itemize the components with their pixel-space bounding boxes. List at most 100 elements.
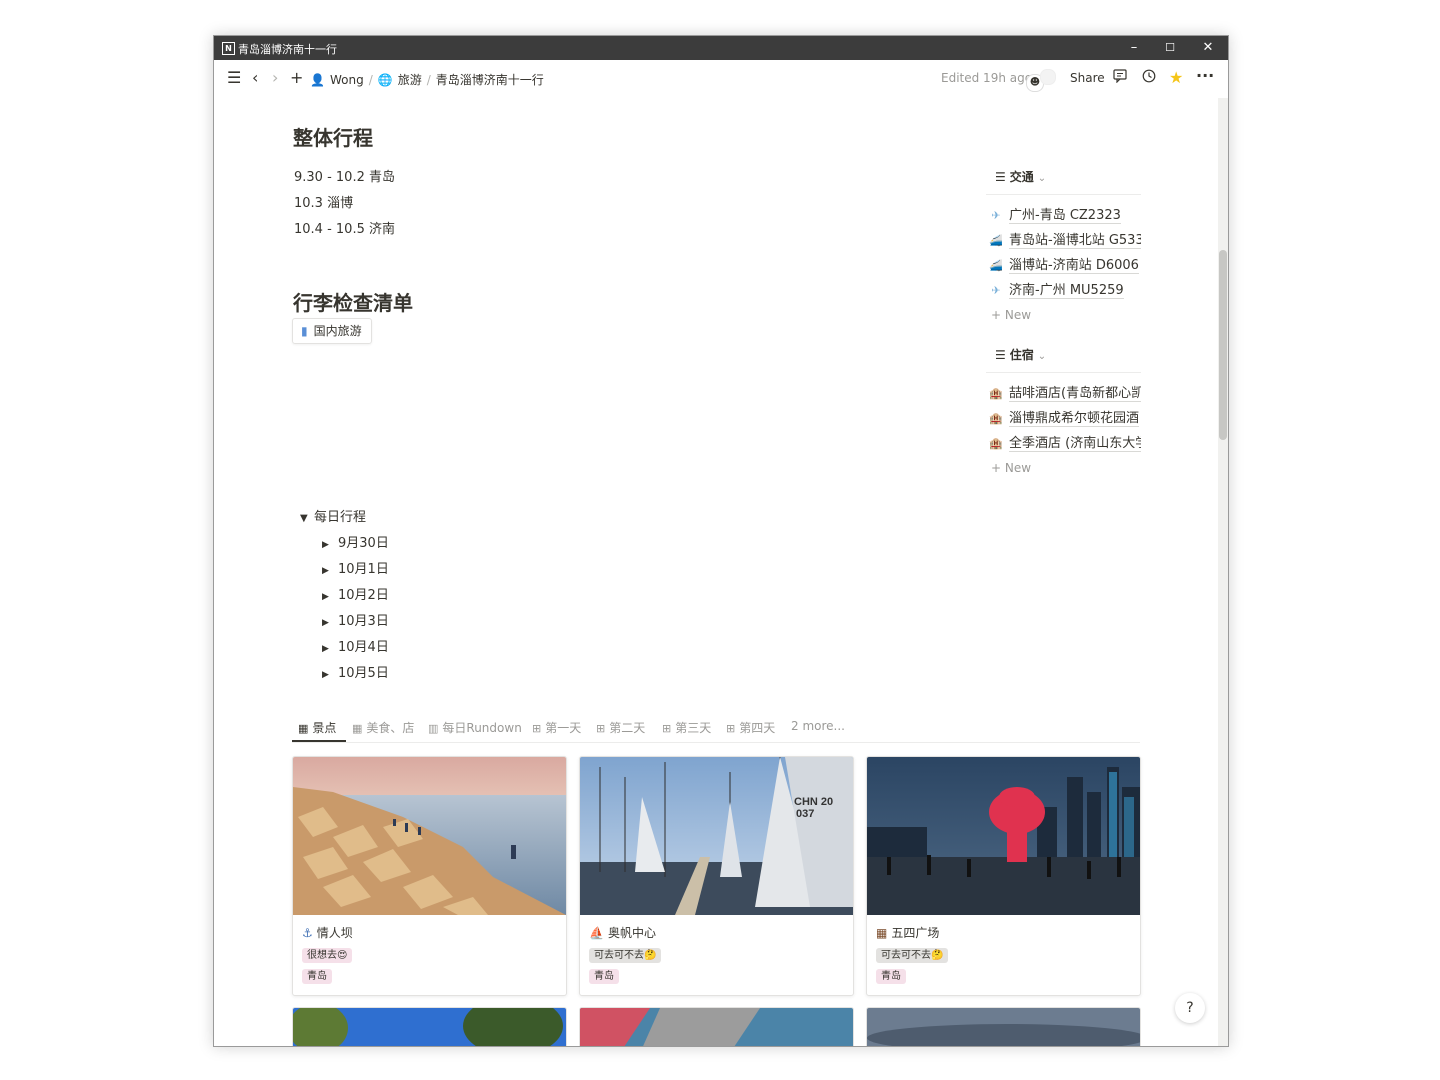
tab-day-one[interactable]: ⊞ 第一天 (532, 719, 581, 736)
list-icon: ☰ (995, 170, 1006, 184)
transport-item-label: 淄博站-济南站 D6006 (1009, 258, 1139, 274)
gallery-card-peek[interactable] (866, 1007, 1141, 1046)
daily-toggle-item[interactable]: ▶ 10月3日 (322, 610, 389, 629)
window-title: 青岛淄博济南十一行 (238, 43, 337, 56)
lodging-title: 住宿 (1009, 348, 1034, 362)
breakwater-photo (293, 757, 566, 915)
transport-item-label: 济南-广州 MU5259 (1009, 283, 1124, 299)
daily-item-label: 10月1日 (338, 562, 389, 577)
lodging-item-label: 淄博鼎成希尔顿花园酒 (1009, 411, 1140, 427)
tab-daily-rundown[interactable]: ▥ 每日Rundown (428, 719, 522, 736)
hotel-icon: 🏨 (989, 437, 1003, 450)
table-icon: ⊞ (596, 722, 606, 735)
tab-food[interactable]: ▦ 美食、店 (352, 719, 414, 736)
globe-icon: 🌐 (377, 72, 393, 87)
daily-toggle-item[interactable]: ▶ 10月2日 (322, 584, 389, 603)
transport-item[interactable]: 🚄 淄博站-济南站 D6006 (986, 253, 1141, 278)
daily-toggle-item[interactable]: ▶ 10月4日 (322, 636, 389, 655)
gallery-card[interactable]: CHN 20 037 ⛵ 奥帆中心 可去可不去🤔 青岛 (579, 756, 854, 996)
transport-item[interactable]: 🚄 青岛站-淄博北站 G533 (986, 228, 1141, 253)
daily-toggle-item[interactable]: ▶ 10月5日 (322, 662, 389, 681)
card-title-text: 五四广场 (891, 926, 940, 940)
daily-item-label: 10月2日 (338, 588, 389, 603)
daily-toggle-item[interactable]: ▶ 9月30日 (322, 532, 389, 551)
plane-icon: ✈ (991, 209, 1001, 222)
domestic-travel-link[interactable]: ▮ 国内旅游 (292, 318, 372, 344)
forward-icon[interactable]: › (272, 69, 278, 87)
city-icon: ▦ (876, 926, 888, 940)
daily-itinerary-toggle[interactable]: ▼ 每日行程 (300, 506, 366, 525)
anchor-icon: ⚓ (302, 926, 313, 940)
tab-label: 第三天 (675, 721, 712, 735)
page-icon: ▮ (301, 324, 308, 338)
transport-item[interactable]: ✈ 济南-广州 MU5259 (986, 278, 1141, 303)
itinerary-line: 10.4 - 10.5 济南 (294, 222, 395, 237)
lodging-item[interactable]: 🏨 淄博鼎成希尔顿花园酒 (986, 406, 1141, 431)
lodging-item[interactable]: 🏨 喆啡酒店(青岛新都心凯 (986, 381, 1141, 406)
tab-attractions[interactable]: ▦ 景点 (298, 719, 336, 736)
menu-icon[interactable]: ☰ (227, 69, 241, 87)
breadcrumb-travel[interactable]: 旅游 (398, 71, 422, 88)
plane-icon: ✈ (991, 284, 1001, 297)
card-title: ▦ 五四广场 (876, 924, 939, 941)
title-bar: N 青岛淄博济南十一行 – ☐ ✕ (214, 36, 1228, 60)
transport-item[interactable]: ✈ 广州-青岛 CZ2323 (986, 203, 1141, 228)
pier-photo (580, 1008, 853, 1046)
share-button[interactable]: Share (1070, 71, 1105, 85)
gallery-icon: ▦ (352, 722, 363, 735)
collaborator-avatar[interactable]: ☻ (1026, 69, 1056, 92)
scrollbar-thumb[interactable] (1219, 250, 1227, 440)
card-title: ⚓ 情人坝 (302, 924, 353, 941)
minimize-button[interactable]: – (1116, 36, 1152, 60)
tab-more[interactable]: 2 more... (791, 719, 845, 733)
status-tag: 可去可不去🤔 (589, 948, 662, 963)
gallery-card[interactable]: ⚓ 情人坝 很想去😍 青岛 (292, 756, 567, 996)
tab-day-three[interactable]: ⊞ 第三天 (662, 719, 711, 736)
gallery-card-peek[interactable] (292, 1007, 567, 1046)
daily-toggle-item[interactable]: ▶ 10月1日 (322, 558, 389, 577)
notion-app-icon: N (222, 42, 235, 55)
city-tag: 青岛 (876, 969, 906, 984)
itinerary-line: 10.3 淄博 (294, 196, 354, 211)
lodging-item[interactable]: 🏨 全季酒店 (济南山东大学 (986, 431, 1141, 456)
lodging-database: ☰ 住宿 ⌄ 🏨 喆啡酒店(青岛新都心凯 🏨 淄博鼎成希尔顿花园酒 🏨 全季酒店 (济南山… (986, 342, 1141, 480)
scrollbar[interactable] (1218, 98, 1228, 1046)
back-icon[interactable]: ‹ (252, 69, 258, 87)
close-button[interactable]: ✕ (1190, 36, 1226, 60)
database-view-tabs: ▦ 景点 ▦ 美食、店 ▥ 每日Rundown ⊞ 第一天 ⊞ 第二天 ⊞ 第三天 ⊞ 第四天… (292, 712, 1140, 743)
tab-label: 景点 (312, 721, 337, 735)
daily-item-label: 10月3日 (338, 614, 389, 629)
help-button[interactable]: ? (1175, 993, 1205, 1023)
maximize-button[interactable]: ☐ (1152, 36, 1188, 60)
plus-icon[interactable]: + (290, 69, 303, 87)
tab-label: 第二天 (609, 721, 646, 735)
breadcrumb-wong[interactable]: Wong (330, 73, 364, 87)
breadcrumb: 👤 Wong / 🌐 旅游 / 青岛淄博济南十一行 (310, 71, 544, 88)
packing-checklist-heading: 行李检查清单 (293, 291, 413, 315)
tab-day-two[interactable]: ⊞ 第二天 (596, 719, 645, 736)
active-tab-indicator (292, 740, 346, 742)
top-bar: ☰ ‹ › + 👤 Wong / 🌐 旅游 / 青岛淄博济南十一行 Edited… (214, 60, 1228, 98)
comment-icon[interactable] (1113, 69, 1127, 87)
domestic-travel-label: 国内旅游 (313, 324, 362, 338)
sail-number-2: 037 (796, 808, 814, 820)
transport-new-button[interactable]: + New (986, 303, 1141, 327)
transport-header[interactable]: ☰ 交通 ⌄ (986, 164, 1141, 195)
daily-itinerary-title: 每日行程 (314, 510, 367, 525)
lodging-new-button[interactable]: + New (986, 456, 1141, 480)
transport-title: 交通 (1009, 170, 1034, 184)
gallery-card-peek[interactable] (579, 1007, 854, 1046)
transport-item-label: 青岛站-淄博北站 G533 (1009, 233, 1141, 249)
daily-item-label: 10月5日 (338, 666, 389, 681)
more-icon[interactable]: ··· (1196, 66, 1214, 85)
table-icon: ⊞ (532, 722, 542, 735)
lodging-header[interactable]: ☰ 住宿 ⌄ (986, 342, 1141, 373)
breadcrumb-page[interactable]: 青岛淄博济南十一行 (436, 71, 544, 88)
gallery-card[interactable]: ▦ 五四广场 可去可不去🤔 青岛 (866, 756, 1141, 996)
tab-day-four[interactable]: ⊞ 第四天 (726, 719, 775, 736)
triangle-right-icon: ▶ (322, 670, 329, 680)
lodging-item-label: 喆啡酒店(青岛新都心凯 (1009, 386, 1141, 402)
new-label: New (1004, 461, 1032, 475)
star-icon[interactable]: ★ (1169, 68, 1183, 87)
history-icon[interactable] (1142, 69, 1156, 86)
